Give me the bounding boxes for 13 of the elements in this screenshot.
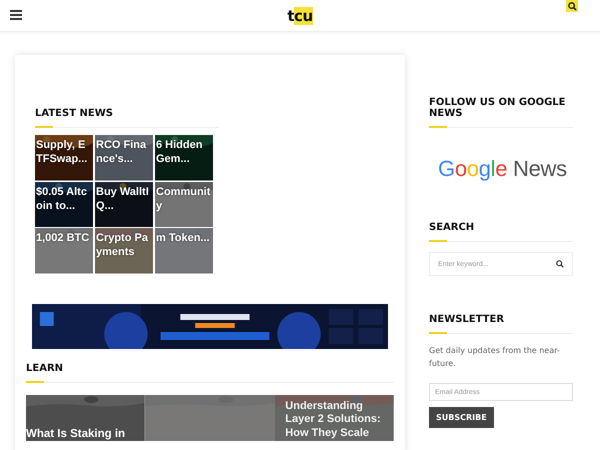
section-heading: LATEST NEWS (35, 108, 219, 128)
subscribe-button[interactable]: SUBSCRIBE (429, 407, 494, 428)
google-news-logo[interactable]: Google News (438, 156, 573, 182)
widget-heading: SEARCH (429, 222, 573, 242)
menu-icon[interactable] (10, 9, 22, 21)
newsletter-text: Get daily updates from the near-future. (429, 345, 561, 370)
widget-heading: NEWSLETTER (429, 314, 573, 334)
site-logo[interactable]: tcu (287, 6, 313, 24)
search-icon[interactable] (556, 260, 564, 268)
widget-heading: FOLLOW US ON GOOGLE NEWS (429, 97, 573, 128)
search-icon (568, 2, 576, 10)
section-heading: LEARN (26, 362, 394, 382)
search-button[interactable] (566, 0, 578, 12)
